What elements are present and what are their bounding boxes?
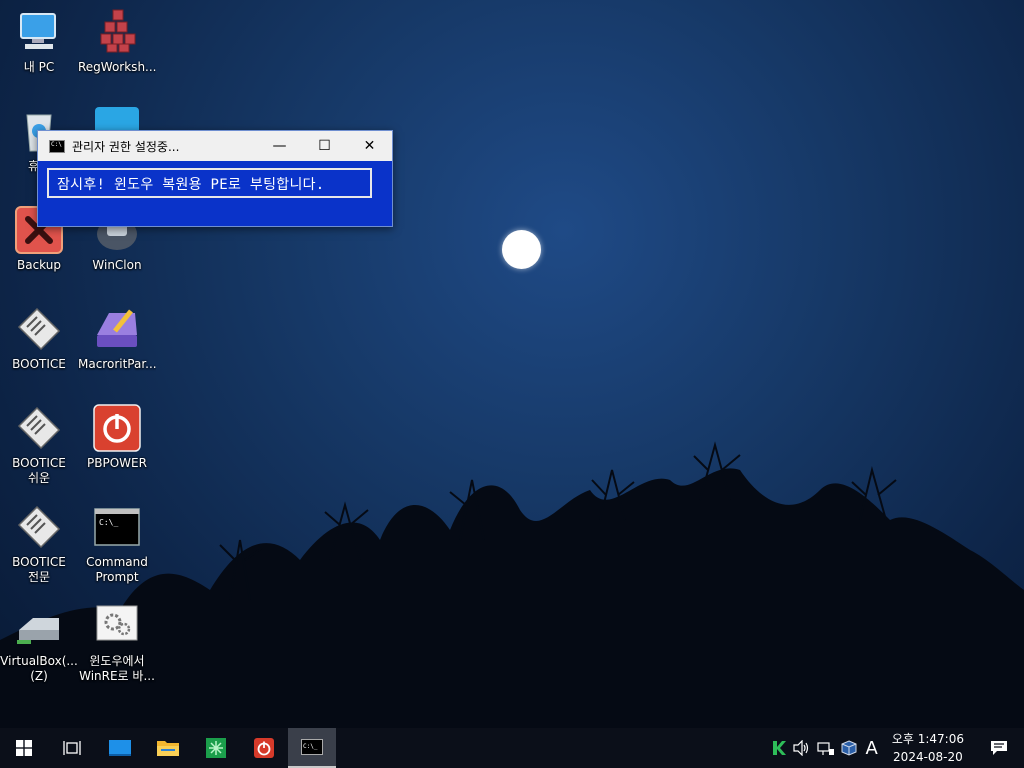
speaker-icon bbox=[792, 740, 808, 756]
box-icon bbox=[841, 740, 857, 756]
settings-gears-icon bbox=[93, 602, 141, 650]
power-button[interactable] bbox=[240, 728, 288, 768]
power-icon bbox=[254, 738, 274, 758]
desktop-icon-label: Backup bbox=[17, 258, 61, 272]
command-prompt-icon: C:\_ bbox=[93, 503, 141, 551]
desktop-icon bbox=[109, 740, 131, 756]
task-view-icon bbox=[63, 741, 81, 755]
desktop-icon-regworkshop[interactable]: RegWorksh... bbox=[78, 8, 156, 75]
bootice-icon bbox=[15, 404, 63, 452]
power-icon bbox=[93, 404, 141, 452]
virtualbox-tray-button[interactable] bbox=[838, 728, 860, 768]
notifications-button[interactable] bbox=[974, 728, 1024, 768]
clock-date: 2024-08-20 bbox=[893, 750, 963, 764]
task-view-button[interactable] bbox=[48, 728, 96, 768]
desktop-icon-bootice-expert[interactable]: BOOTICE 전문 bbox=[0, 503, 78, 585]
taskbar: C:\_ A 오후 1:47:06 2024-08-20 bbox=[0, 728, 1024, 768]
notification-icon bbox=[991, 741, 1007, 755]
maximize-icon: ☐ bbox=[318, 138, 331, 154]
console-icon bbox=[49, 139, 65, 153]
boot-message: 잠시후! 윈도우 복원용 PE로 부팅합니다. bbox=[47, 168, 372, 198]
minimize-button[interactable]: — bbox=[257, 131, 302, 161]
desktop-icon-label: 윈도우에서 WinRE로 바... bbox=[79, 654, 155, 683]
ime-indicator-label: A bbox=[865, 737, 878, 759]
desktop-icon-label: WinClon bbox=[92, 258, 142, 272]
desktop-icon-this-pc[interactable]: 내 PC bbox=[0, 8, 78, 75]
network-drive-icon bbox=[15, 602, 63, 650]
desktop-icon-command-prompt[interactable]: C:\_ Command Prompt bbox=[78, 503, 156, 585]
desktop-icon-virtualbox[interactable]: VirtualBox(... (Z) bbox=[0, 602, 78, 684]
clock-time: 오후 1:47:06 bbox=[891, 732, 964, 746]
partition-tool-button[interactable] bbox=[192, 728, 240, 768]
window-title: 관리자 권한 설정중... bbox=[72, 139, 180, 154]
registry-cubes-icon bbox=[93, 8, 141, 56]
close-icon: ✕ bbox=[363, 138, 376, 154]
svg-text:C:\_: C:\_ bbox=[303, 743, 318, 750]
maximize-button[interactable]: ☐ bbox=[302, 131, 347, 161]
volume-button[interactable] bbox=[790, 728, 814, 768]
desktop-icon-label: BOOTICE 쉬운 bbox=[12, 456, 66, 485]
bootice-icon bbox=[15, 503, 63, 551]
network-icon bbox=[816, 742, 834, 755]
desktop-icon-label: MacroritPar... bbox=[78, 357, 156, 371]
command-prompt-icon: C:\_ bbox=[301, 739, 323, 755]
network-button[interactable] bbox=[814, 728, 838, 768]
desktop-icon-pbpower[interactable]: PBPOWER bbox=[78, 404, 156, 471]
file-explorer-icon bbox=[157, 741, 179, 756]
admin-setup-window: 관리자 권한 설정중... — ☐ ✕ 잠시후! 윈도우 복원용 PE로 부팅합… bbox=[37, 130, 393, 227]
partition-tool-icon bbox=[206, 738, 226, 758]
clock[interactable]: 오후 1:47:06 2024-08-20 bbox=[884, 730, 974, 766]
command-prompt-taskbar-button[interactable]: C:\_ bbox=[288, 728, 336, 768]
desktop-icon-label: Command Prompt bbox=[86, 555, 148, 584]
close-button[interactable]: ✕ bbox=[347, 131, 392, 161]
partition-disk-icon bbox=[93, 305, 141, 353]
desktop-icon-label: BOOTICE 전문 bbox=[12, 555, 66, 584]
ime-indicator[interactable]: A bbox=[860, 728, 884, 768]
desktop-icon-bootice[interactable]: BOOTICE bbox=[0, 305, 78, 372]
tray-app-button[interactable] bbox=[768, 728, 790, 768]
window-titlebar[interactable]: 관리자 권한 설정중... — ☐ ✕ bbox=[38, 131, 392, 161]
k-app-icon bbox=[772, 741, 786, 755]
desktop-icon-label: 내 PC bbox=[23, 60, 55, 74]
desktop-icon-label: VirtualBox(... (Z) bbox=[0, 654, 78, 683]
minimize-icon: — bbox=[272, 138, 287, 154]
taskbar-desktop-button[interactable] bbox=[96, 728, 144, 768]
system-tray: A 오후 1:47:06 2024-08-20 bbox=[768, 728, 1024, 768]
desktop-icon-label: PBPOWER bbox=[87, 456, 147, 470]
svg-text:C:\_: C:\_ bbox=[99, 518, 118, 527]
desktop-icon-macrorit[interactable]: MacroritPar... bbox=[78, 305, 156, 372]
desktop-icon-label: RegWorksh... bbox=[78, 60, 156, 74]
moon bbox=[502, 230, 541, 269]
desktop-icon-label: BOOTICE bbox=[12, 357, 66, 371]
start-button[interactable] bbox=[0, 728, 48, 768]
bootice-icon bbox=[15, 305, 63, 353]
desktop-icon-bootice-easy[interactable]: BOOTICE 쉬운 bbox=[0, 404, 78, 486]
desktop-icon-winre[interactable]: 윈도우에서 WinRE로 바... bbox=[78, 602, 156, 684]
file-explorer-button[interactable] bbox=[144, 728, 192, 768]
monitor-icon bbox=[15, 8, 63, 56]
start-icon bbox=[16, 740, 32, 756]
